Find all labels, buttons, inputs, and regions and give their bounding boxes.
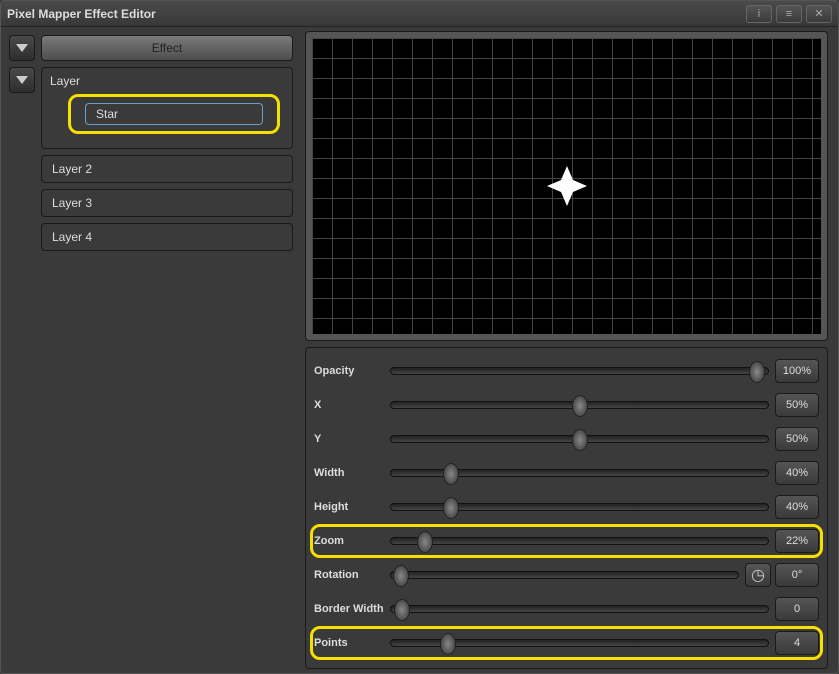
param-row-border-width: Border Width 0 [314,594,819,624]
close-button[interactable]: ✕ [806,5,832,23]
preview-grid [312,38,821,334]
param-value[interactable]: 22% [775,529,819,553]
left-panel: Effect Layer Star Layer 2 Layer 3 Layer 4 [1,27,301,673]
slider-thumb[interactable] [393,565,409,587]
param-label: Y [314,433,390,445]
param-value[interactable]: 40% [775,461,819,485]
slider-thumb[interactable] [443,463,459,485]
slider-thumb[interactable] [417,531,433,553]
info-button[interactable]: i [746,5,772,23]
param-label: Height [314,501,390,513]
param-label: Rotation [314,569,390,581]
layer-item[interactable]: Layer 2 [41,155,293,183]
right-panel: Opacity 100% X 50% Y 50% Width 40% Height 40% Zoom… [301,27,838,673]
param-row-x: X 50% [314,390,819,420]
param-label: Border Width [314,603,390,615]
selected-highlight: Star [68,94,280,134]
star-shape-icon [545,164,589,208]
editor-window: Pixel Mapper Effect Editor i ≡ ✕ Effect … [0,0,839,674]
slider-track[interactable] [390,571,739,579]
slider-track[interactable] [390,639,769,647]
chevron-down-icon [16,44,28,52]
slider-track[interactable] [390,435,769,443]
param-row-height: Height 40% [314,492,819,522]
layer-item[interactable]: Layer 3 [41,189,293,217]
window-title: Pixel Mapper Effect Editor [7,7,742,21]
param-label: Points [314,637,390,649]
slider-track[interactable] [390,503,769,511]
layer-label: Layer [50,74,284,88]
slider-track[interactable] [390,401,769,409]
layer-sub-item-star[interactable]: Star [85,103,263,125]
param-value[interactable]: 0 [775,597,819,621]
slider-thumb[interactable] [749,361,765,383]
effect-button[interactable]: Effect [41,35,293,61]
menu-button[interactable]: ≡ [776,5,802,23]
param-row-points: Points 4 [314,628,819,658]
param-row-y: Y 50% [314,424,819,454]
layer-collapse-button[interactable] [9,67,35,93]
effect-collapse-button[interactable] [9,35,35,61]
sub-item-label: Star [96,107,118,121]
layer-item[interactable]: Layer 4 [41,223,293,251]
effect-label: Effect [152,41,182,55]
slider-track[interactable] [390,537,769,545]
layer-box[interactable]: Layer Star [41,67,293,149]
slider-thumb[interactable] [443,497,459,519]
chevron-down-icon [16,76,28,84]
titlebar: Pixel Mapper Effect Editor i ≡ ✕ [1,1,838,27]
param-value[interactable]: 100% [775,359,819,383]
param-row-rotation: Rotation ◷0° [314,560,819,590]
param-row-opacity: Opacity 100% [314,356,819,386]
slider-thumb[interactable] [572,429,588,451]
param-value[interactable]: 50% [775,427,819,451]
parameters-panel: Opacity 100% X 50% Y 50% Width 40% Height 40% Zoom… [305,347,828,669]
param-value[interactable]: 40% [775,495,819,519]
slider-track[interactable] [390,605,769,613]
param-label: Width [314,467,390,479]
param-value[interactable]: 50% [775,393,819,417]
param-row-width: Width 40% [314,458,819,488]
param-value[interactable]: 4 [775,631,819,655]
param-value[interactable]: 0° [775,563,819,587]
clock-icon[interactable]: ◷ [745,563,771,587]
param-label: X [314,399,390,411]
param-row-zoom: Zoom 22% [314,526,819,556]
content-area: Effect Layer Star Layer 2 Layer 3 Layer 4 [1,27,838,673]
slider-track[interactable] [390,469,769,477]
slider-track[interactable] [390,367,769,375]
slider-thumb[interactable] [440,633,456,655]
slider-thumb[interactable] [394,599,410,621]
slider-thumb[interactable] [572,395,588,417]
param-label: Opacity [314,365,390,377]
param-label: Zoom [314,535,390,547]
preview-panel [305,31,828,341]
